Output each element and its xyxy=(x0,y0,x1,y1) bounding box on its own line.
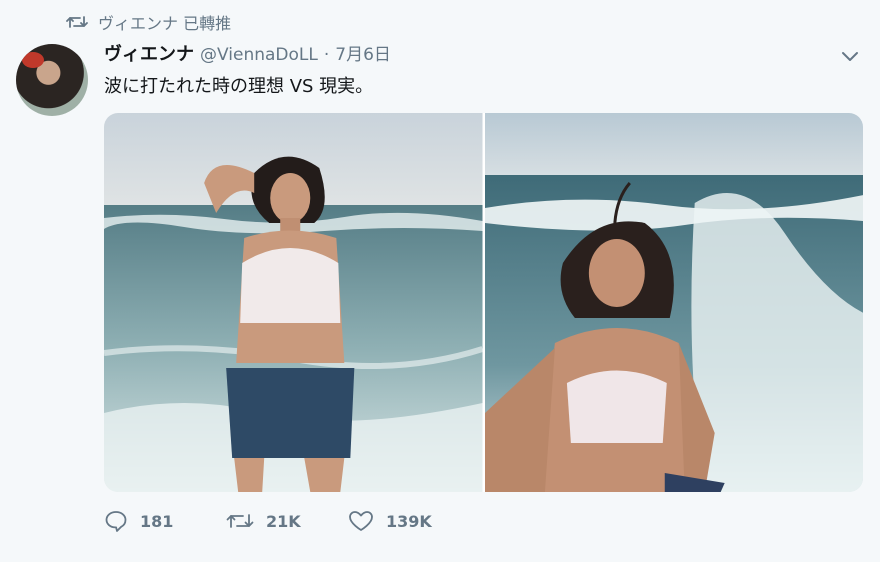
tweet-header: ヴィエンナ @ViennaDoLL · 7月6日 xyxy=(104,40,391,66)
retweet-icon xyxy=(66,14,88,30)
avatar-flower xyxy=(22,52,44,68)
heart-icon xyxy=(348,510,374,532)
tweet-date[interactable]: 7月6日 xyxy=(335,40,391,65)
retweet-context-label: ヴィエンナ 已轉推 xyxy=(98,14,232,33)
media-grid xyxy=(104,113,863,492)
tweet-actions: 181 21K 139K xyxy=(104,510,488,532)
user-handle[interactable]: @ViennaDoLL xyxy=(200,45,318,65)
retweet-icon xyxy=(226,511,254,531)
reply-icon xyxy=(104,510,128,532)
photo-ideal[interactable] xyxy=(104,113,483,492)
chevron-down-icon[interactable] xyxy=(838,46,862,66)
separator: · xyxy=(323,45,330,65)
reply-count: 181 xyxy=(140,511,174,531)
like-button[interactable]: 139K xyxy=(348,510,488,532)
retweet-context[interactable]: ヴィエンナ 已轉推 xyxy=(66,10,231,34)
tweet-text: 波に打たれた時の理想 VS 現実。 xyxy=(104,76,374,97)
retweet-count: 21K xyxy=(266,511,301,531)
avatar[interactable] xyxy=(16,44,88,116)
reply-button[interactable]: 181 xyxy=(104,510,226,532)
display-name[interactable]: ヴィエンナ xyxy=(104,40,194,66)
retweet-button[interactable]: 21K xyxy=(226,511,348,531)
like-count: 139K xyxy=(386,511,432,531)
photo-reality[interactable] xyxy=(484,113,863,492)
